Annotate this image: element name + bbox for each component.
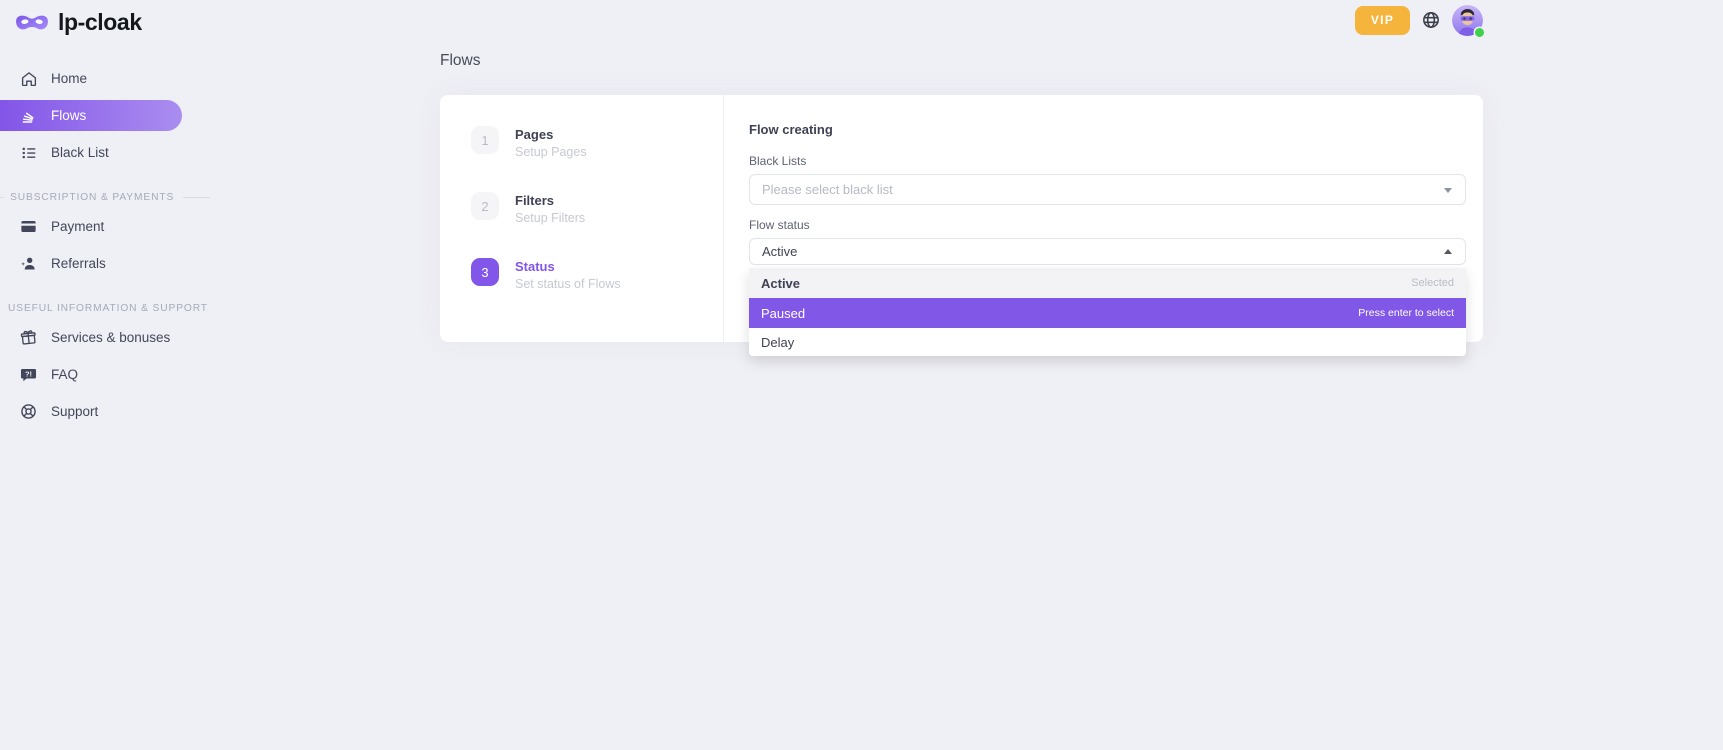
step-number-badge: 3 xyxy=(471,258,499,286)
sidebar-section-subscription: SUBSCRIPTION & PAYMENTS xyxy=(0,192,210,203)
step-subtitle: Setup Pages xyxy=(515,145,587,159)
option-label: Paused xyxy=(761,306,805,321)
sidebar-item-faq[interactable]: ?! FAQ xyxy=(0,356,210,393)
sidebar-item-label: FAQ xyxy=(51,367,78,382)
topbar: VIP xyxy=(1355,4,1483,36)
step-number-badge: 2 xyxy=(471,192,499,220)
sidebar-item-label: Home xyxy=(51,71,87,86)
sidebar-item-services[interactable]: Services & bonuses xyxy=(0,319,210,356)
flow-status-label: Flow status xyxy=(749,218,1466,232)
option-hint: Press enter to select xyxy=(1358,307,1454,319)
panel-title: Flow creating xyxy=(749,122,1466,137)
step-status[interactable]: 3 Status Set status of Flows xyxy=(471,258,723,291)
wizard-steps: 1 Pages Setup Pages 2 Filters Setup Filt… xyxy=(440,95,724,342)
step-subtitle: Setup Filters xyxy=(515,211,585,225)
sidebar-item-label: Referrals xyxy=(51,256,106,271)
black-lists-label: Black Lists xyxy=(749,154,1466,168)
sidebar-item-label: Flows xyxy=(51,108,86,123)
brand-logo[interactable]: lp-cloak xyxy=(15,9,210,36)
online-status-dot xyxy=(1475,28,1484,37)
user-avatar[interactable] xyxy=(1452,5,1483,36)
option-active[interactable]: Active Selected xyxy=(749,268,1466,298)
vip-button[interactable]: VIP xyxy=(1355,6,1410,35)
chevron-down-icon xyxy=(1444,188,1452,193)
faq-icon: ?! xyxy=(19,365,38,384)
sidebar-item-label: Payment xyxy=(51,219,104,234)
support-icon xyxy=(19,402,38,421)
sidebar-nav: Home Flows xyxy=(0,60,210,430)
black-list-icon xyxy=(19,143,38,162)
step-title: Status xyxy=(515,259,621,274)
flow-status-dropdown: Active Selected Paused Press enter to se… xyxy=(749,268,1466,356)
step-number-badge: 1 xyxy=(471,126,499,154)
step-title: Filters xyxy=(515,193,585,208)
option-delay[interactable]: Delay xyxy=(749,328,1466,356)
flow-wizard-card: 1 Pages Setup Pages 2 Filters Setup Filt… xyxy=(440,95,1483,342)
option-label: Delay xyxy=(761,335,794,350)
step-pages[interactable]: 1 Pages Setup Pages xyxy=(471,126,723,159)
step-title: Pages xyxy=(515,127,587,142)
black-lists-placeholder: Please select black list xyxy=(762,182,893,197)
step-filters[interactable]: 2 Filters Setup Filters xyxy=(471,192,723,225)
flows-icon xyxy=(19,106,38,125)
globe-icon[interactable] xyxy=(1421,10,1441,30)
sidebar-section-support: USEFUL INFORMATION & SUPPORT xyxy=(0,303,210,314)
sidebar-item-payment[interactable]: Payment xyxy=(0,208,210,245)
flow-creating-panel: Flow creating Black Lists Please select … xyxy=(724,95,1483,342)
sidebar-item-label: Black List xyxy=(51,145,109,160)
home-icon xyxy=(19,69,38,88)
sidebar-item-referrals[interactable]: Referrals xyxy=(0,245,210,282)
option-label: Active xyxy=(761,276,800,291)
sidebar-item-black-list[interactable]: Black List xyxy=(0,134,210,171)
sidebar-item-flows[interactable]: Flows xyxy=(0,100,182,131)
flow-status-select[interactable]: Active xyxy=(749,238,1466,265)
sidebar-item-label: Services & bonuses xyxy=(51,330,170,345)
step-subtitle: Set status of Flows xyxy=(515,277,621,291)
page-title: Flows xyxy=(440,52,480,70)
brand-name: lp-cloak xyxy=(58,9,142,36)
flow-status-value: Active xyxy=(762,244,797,259)
sidebar-item-home[interactable]: Home xyxy=(0,60,210,97)
black-lists-select[interactable]: Please select black list xyxy=(749,174,1466,205)
option-hint: Selected xyxy=(1411,277,1454,289)
payment-icon xyxy=(19,217,38,236)
option-paused[interactable]: Paused Press enter to select xyxy=(749,298,1466,328)
sidebar: lp-cloak Home Flows xyxy=(0,0,210,430)
mask-icon xyxy=(15,12,49,34)
chevron-up-icon xyxy=(1444,249,1452,254)
sidebar-item-label: Support xyxy=(51,404,98,419)
svg-text:?!: ?! xyxy=(25,369,32,378)
gift-icon xyxy=(19,328,38,347)
referrals-icon xyxy=(19,254,38,273)
sidebar-item-support[interactable]: Support xyxy=(0,393,210,430)
